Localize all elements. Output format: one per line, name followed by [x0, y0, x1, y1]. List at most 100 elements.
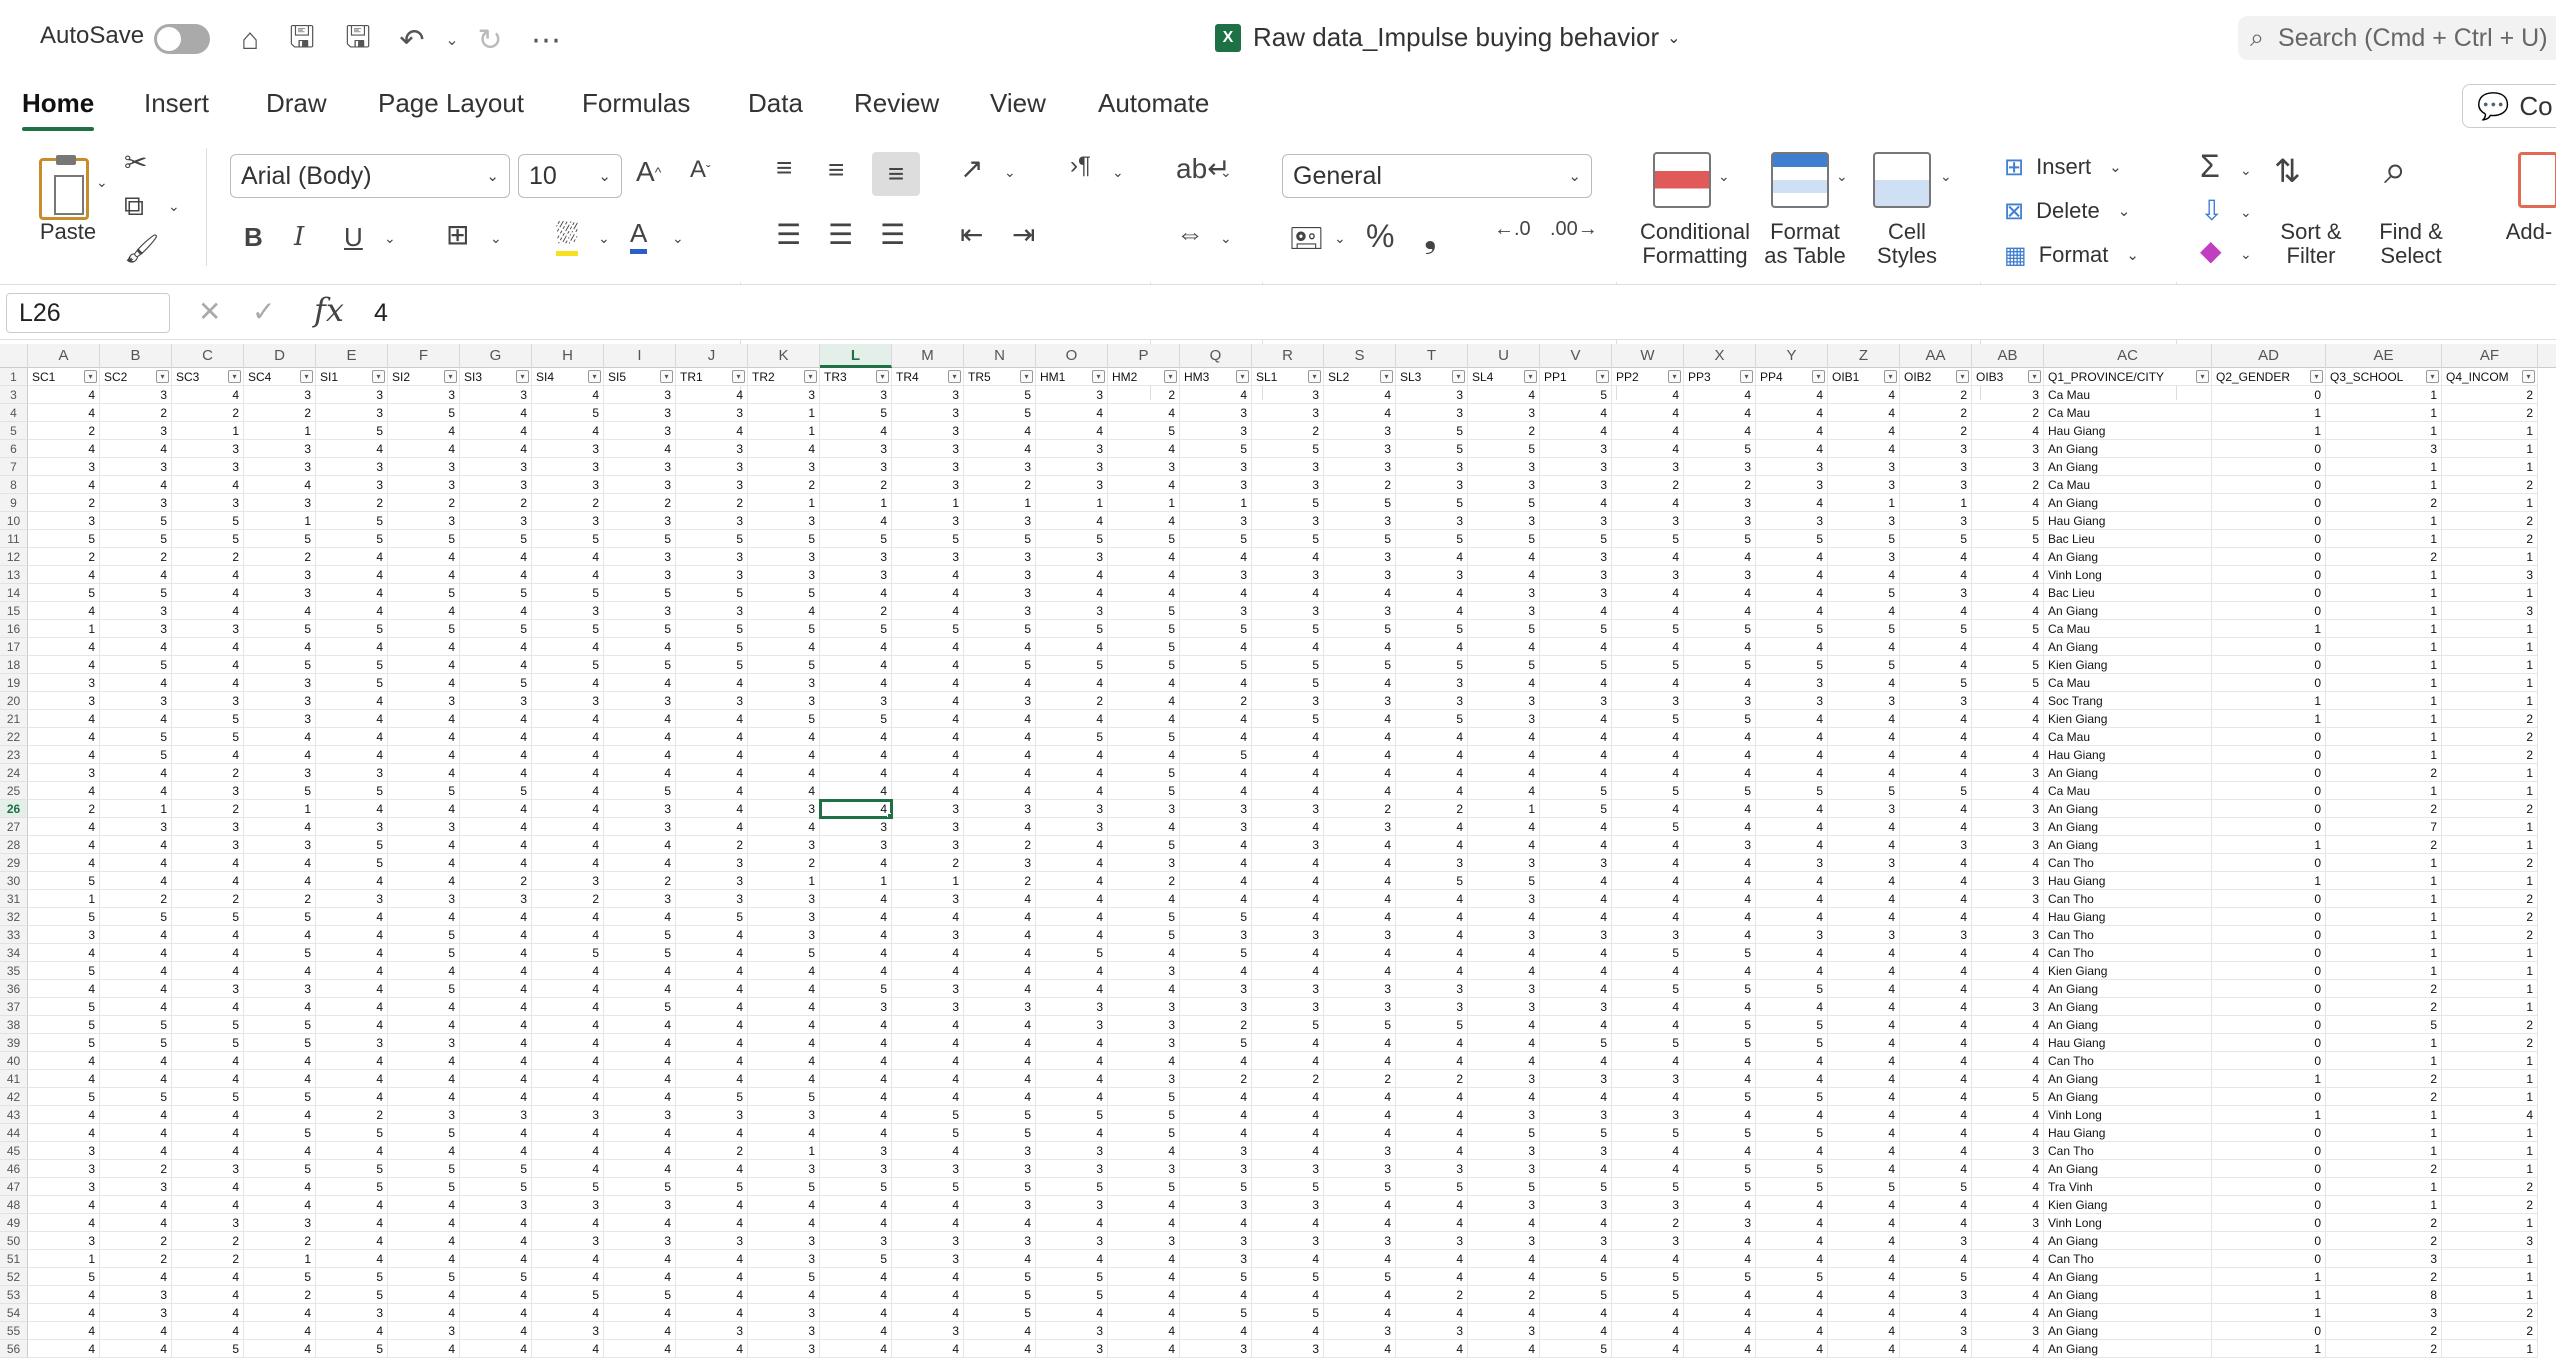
cell[interactable]: 4	[1468, 764, 1540, 782]
cell[interactable]: 3	[100, 1178, 172, 1196]
cell[interactable]: 4	[1972, 1016, 2044, 1034]
cell[interactable]: 4	[820, 1052, 892, 1070]
cell[interactable]: 4	[172, 1322, 244, 1340]
cell[interactable]: 5	[1612, 1286, 1684, 1304]
header-cell[interactable]: SL1 ▾	[1252, 368, 1324, 386]
cell[interactable]: 4	[1252, 1106, 1324, 1124]
cell[interactable]: 4	[388, 1016, 460, 1034]
column-header-Z[interactable]: Z	[1828, 344, 1900, 368]
cell[interactable]: 4	[460, 1232, 532, 1250]
row-number[interactable]: 32	[0, 908, 28, 926]
cell[interactable]: 5	[604, 782, 676, 800]
cell[interactable]: 3	[1180, 458, 1252, 476]
cell[interactable]: Can Tho	[2044, 1250, 2212, 1268]
cell[interactable]: 1	[2442, 1250, 2538, 1268]
cell[interactable]: 4	[1612, 584, 1684, 602]
cell[interactable]: 4	[1540, 1160, 1612, 1178]
row-number[interactable]: 7	[0, 458, 28, 476]
row-number[interactable]: 5	[0, 422, 28, 440]
cell[interactable]: 4	[1756, 836, 1828, 854]
cell[interactable]: 3	[892, 998, 964, 1016]
cell[interactable]: 4	[820, 1268, 892, 1286]
cell[interactable]: 3	[1972, 836, 2044, 854]
cell[interactable]: 4	[1684, 854, 1756, 872]
cell[interactable]: 4	[460, 1070, 532, 1088]
cell[interactable]: 5	[748, 710, 820, 728]
cell[interactable]: 5	[1180, 908, 1252, 926]
cell[interactable]: 4	[1180, 962, 1252, 980]
cell[interactable]: 4	[676, 764, 748, 782]
cell[interactable]: 3	[1756, 476, 1828, 494]
cell[interactable]: 4	[676, 728, 748, 746]
cell[interactable]: 4	[460, 602, 532, 620]
cell[interactable]: 5	[1612, 620, 1684, 638]
cell[interactable]: 2	[172, 404, 244, 422]
cell[interactable]: 3	[28, 692, 100, 710]
cell[interactable]: 5	[1396, 422, 1468, 440]
cell[interactable]: 4	[172, 1304, 244, 1322]
cell[interactable]: 4	[1540, 908, 1612, 926]
column-header-D[interactable]: D	[244, 344, 316, 368]
cell[interactable]: 4	[1540, 836, 1612, 854]
cell[interactable]: 1	[2442, 458, 2538, 476]
cell[interactable]: 3	[964, 584, 1036, 602]
cell[interactable]: 4	[748, 1016, 820, 1034]
cell[interactable]: 4	[676, 1268, 748, 1286]
cell[interactable]: 4	[1756, 584, 1828, 602]
cell[interactable]: 3	[1900, 512, 1972, 530]
cell[interactable]: 4	[1972, 710, 2044, 728]
font-color-dropdown-icon[interactable]: ⌄	[672, 230, 684, 247]
cell[interactable]: 4	[964, 1250, 1036, 1268]
cell[interactable]: 5	[460, 584, 532, 602]
cell[interactable]: 3	[532, 1322, 604, 1340]
cell[interactable]: 4	[1324, 728, 1396, 746]
cell[interactable]: 5	[1468, 440, 1540, 458]
cell[interactable]: 1	[2442, 1268, 2538, 1286]
cell[interactable]: 5	[1396, 710, 1468, 728]
cell[interactable]: 2	[2442, 908, 2538, 926]
cell[interactable]: 5	[100, 1016, 172, 1034]
column-header-Y[interactable]: Y	[1756, 344, 1828, 368]
cell[interactable]: 4	[1540, 674, 1612, 692]
cell[interactable]: 4	[964, 1070, 1036, 1088]
cell[interactable]: 4	[1756, 818, 1828, 836]
cell[interactable]: 4	[460, 422, 532, 440]
cell[interactable]: 4	[1468, 1304, 1540, 1322]
cell[interactable]: 3	[1828, 512, 1900, 530]
cell[interactable]: 3	[1252, 926, 1324, 944]
cell[interactable]: An Giang	[2044, 764, 2212, 782]
cell[interactable]: 5	[1684, 1034, 1756, 1052]
cell[interactable]: 5	[172, 1034, 244, 1052]
cell[interactable]: 5	[172, 908, 244, 926]
cell[interactable]: 3	[28, 1232, 100, 1250]
cell[interactable]: 1	[2442, 944, 2538, 962]
cell[interactable]: 3	[1468, 1106, 1540, 1124]
cell[interactable]: 3	[1036, 1016, 1108, 1034]
cell[interactable]: 5	[748, 1268, 820, 1286]
cell[interactable]: 4	[1828, 386, 1900, 404]
cell[interactable]: 7	[2326, 818, 2442, 836]
cell[interactable]: 4	[388, 1286, 460, 1304]
cell[interactable]: 3	[1468, 692, 1540, 710]
cell[interactable]: 5	[316, 854, 388, 872]
fill-dropdown-icon[interactable]: ⌄	[2240, 204, 2252, 221]
cell[interactable]: 1	[2442, 584, 2538, 602]
cell[interactable]: 2	[28, 422, 100, 440]
cell[interactable]: 4	[1108, 1250, 1180, 1268]
cell[interactable]: 2	[2442, 890, 2538, 908]
paragraph-dropdown-icon[interactable]: ⌄	[1112, 164, 1124, 181]
cell[interactable]: 4	[748, 962, 820, 980]
cell[interactable]: 4	[244, 746, 316, 764]
cell[interactable]: 4	[172, 566, 244, 584]
cell[interactable]: 5	[604, 530, 676, 548]
cell[interactable]: 4	[532, 1214, 604, 1232]
cell[interactable]: 4	[820, 1016, 892, 1034]
cell[interactable]: 4	[1900, 962, 1972, 980]
cell[interactable]: 4	[748, 1034, 820, 1052]
cell[interactable]: 3	[964, 692, 1036, 710]
cell[interactable]: 3	[1540, 548, 1612, 566]
cell[interactable]: 3	[676, 440, 748, 458]
cell[interactable]: 4	[604, 1268, 676, 1286]
cell[interactable]: 3	[316, 1034, 388, 1052]
cell[interactable]: 4	[28, 566, 100, 584]
